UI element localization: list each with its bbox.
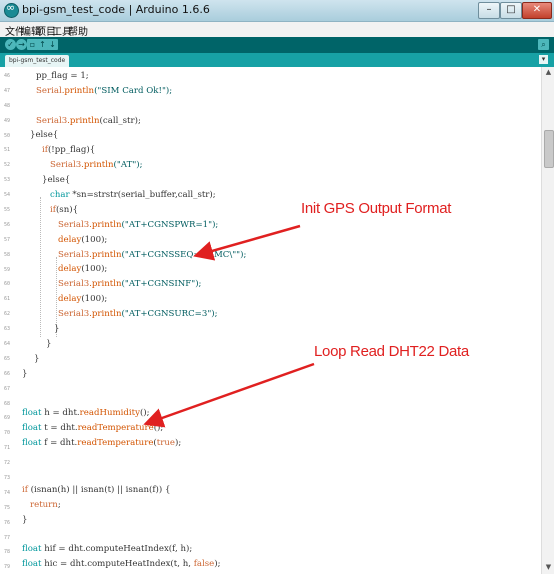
code-line-58: Serial3.println("AT+CGNSSEQ=\"RMC\""); <box>58 250 247 260</box>
code-line-53: }else{ <box>42 175 71 185</box>
scroll-up-arrow-icon[interactable]: ▲ <box>544 68 553 77</box>
line-number: 78 <box>4 549 11 555</box>
line-number: 50 <box>4 133 11 139</box>
maximize-button[interactable]: □ <box>500 2 522 19</box>
line-number-gutter: 46 47 48 49 50 51 52 53 54 55 56 57 58 5… <box>0 67 18 574</box>
upload-button[interactable]: → <box>16 39 27 50</box>
line-number: 77 <box>4 535 11 541</box>
scrollbar-thumb[interactable] <box>544 130 554 168</box>
indent-guide <box>40 197 41 337</box>
code-line-69: float h = dht.readHumidity(); <box>22 408 150 418</box>
line-number: 56 <box>4 222 11 228</box>
code-line-51: if(!pp_flag){ <box>42 145 96 155</box>
line-number: 57 <box>4 237 11 243</box>
arduino-icon <box>4 1 19 18</box>
menu-bar: 文件 编辑 项目 工具 帮助 <box>0 22 554 38</box>
title-bar: bpi-gsm_test_code | Arduino 1.6.6 – □ ✕ <box>0 0 554 22</box>
line-number: 65 <box>4 356 11 362</box>
code-line-78: float hic = dht.computeHeatIndex(t, h, f… <box>22 559 221 569</box>
line-number: 47 <box>4 88 11 94</box>
line-number: 48 <box>4 103 11 109</box>
code-line-55: if(sn){ <box>50 205 79 215</box>
line-number: 49 <box>4 118 11 124</box>
line-number: 61 <box>4 296 11 302</box>
line-number: 74 <box>4 490 11 496</box>
code-line-49: Serial3.println(call_str); <box>36 116 141 126</box>
line-number: 73 <box>4 475 11 481</box>
line-number: 71 <box>4 445 11 451</box>
code-line-59: delay(100); <box>58 264 108 274</box>
line-number: 68 <box>4 401 11 407</box>
verify-button[interactable]: ✓ <box>5 39 16 50</box>
code-line-60: Serial3.println("AT+CGNSINF"); <box>58 279 202 289</box>
code-line-46: pp_flag = 1; <box>36 71 89 81</box>
line-number: 75 <box>4 505 11 511</box>
toolbar: ✓ → ▫ ↑ ↓ ⌕ <box>0 37 554 53</box>
annotation-dht: Loop Read DHT22 Data <box>314 343 469 360</box>
line-number: 46 <box>4 73 11 79</box>
line-number: 67 <box>4 386 11 392</box>
serial-monitor-button[interactable]: ⌕ <box>538 39 549 50</box>
line-number: 63 <box>4 326 11 332</box>
code-line-62: Serial3.println("AT+CGNSURC=3"); <box>58 309 218 319</box>
code-line-54: char *sn=strstr(serial_buffer,call_str); <box>50 190 216 200</box>
line-number: 59 <box>4 267 11 273</box>
code-editor[interactable]: 46 47 48 49 50 51 52 53 54 55 56 57 58 5… <box>0 67 541 574</box>
code-line-77: float hif = dht.computeHeatIndex(f, h); <box>22 544 193 554</box>
menu-help[interactable]: 帮助 <box>68 23 88 38</box>
code-line-74: return; <box>30 500 61 510</box>
line-number: 69 <box>4 415 11 421</box>
code-line-65: } <box>34 354 40 364</box>
line-number: 53 <box>4 177 11 183</box>
code-line-66: } <box>22 369 28 379</box>
line-number: 79 <box>4 564 11 570</box>
minimize-button[interactable]: – <box>478 2 500 19</box>
line-number: 62 <box>4 311 11 317</box>
code-line-63: } <box>54 324 60 334</box>
code-line-52: Serial3.println("AT"); <box>50 160 143 170</box>
window-title: bpi-gsm_test_code | Arduino 1.6.6 <box>22 3 210 16</box>
line-number: 58 <box>4 252 11 258</box>
line-number: 52 <box>4 162 11 168</box>
line-number: 54 <box>4 192 11 198</box>
code-line-50: }else{ <box>30 130 59 140</box>
line-number: 60 <box>4 281 11 287</box>
code-line-75: } <box>22 515 28 525</box>
close-button[interactable]: ✕ <box>522 2 552 19</box>
tab-row: bpi-gsm_test_code ▾ <box>0 53 554 67</box>
scroll-down-arrow-icon[interactable]: ▼ <box>544 563 553 572</box>
line-number: 64 <box>4 341 11 347</box>
line-number: 51 <box>4 147 11 153</box>
code-line-56: Serial3.println("AT+CGNSPWR=1"); <box>58 220 219 230</box>
code-line-61: delay(100); <box>58 294 108 304</box>
code-line-57: delay(100); <box>58 235 108 245</box>
line-number: 76 <box>4 520 11 526</box>
annotation-gps: Init GPS Output Format <box>301 200 452 217</box>
code-line-70: float t = dht.readTemperature(); <box>22 423 164 433</box>
save-button[interactable]: ↓ <box>47 39 58 50</box>
line-number: 66 <box>4 371 11 377</box>
code-line-73: if (isnan(h) || isnan(t) || isnan(f)) { <box>22 485 171 495</box>
vertical-scrollbar[interactable]: ▲ ▼ <box>541 67 554 574</box>
line-number: 70 <box>4 430 11 436</box>
code-line-64: } <box>46 339 52 349</box>
code-line-71: float f = dht.readTemperature(true); <box>22 438 182 448</box>
tab-bpi-gsm-test-code[interactable]: bpi-gsm_test_code <box>5 55 70 67</box>
code-line-47: Serial.println("SIM Card Ok!"); <box>36 86 173 96</box>
tab-menu-button[interactable]: ▾ <box>539 55 548 64</box>
line-number: 72 <box>4 460 11 466</box>
line-number: 55 <box>4 207 11 213</box>
